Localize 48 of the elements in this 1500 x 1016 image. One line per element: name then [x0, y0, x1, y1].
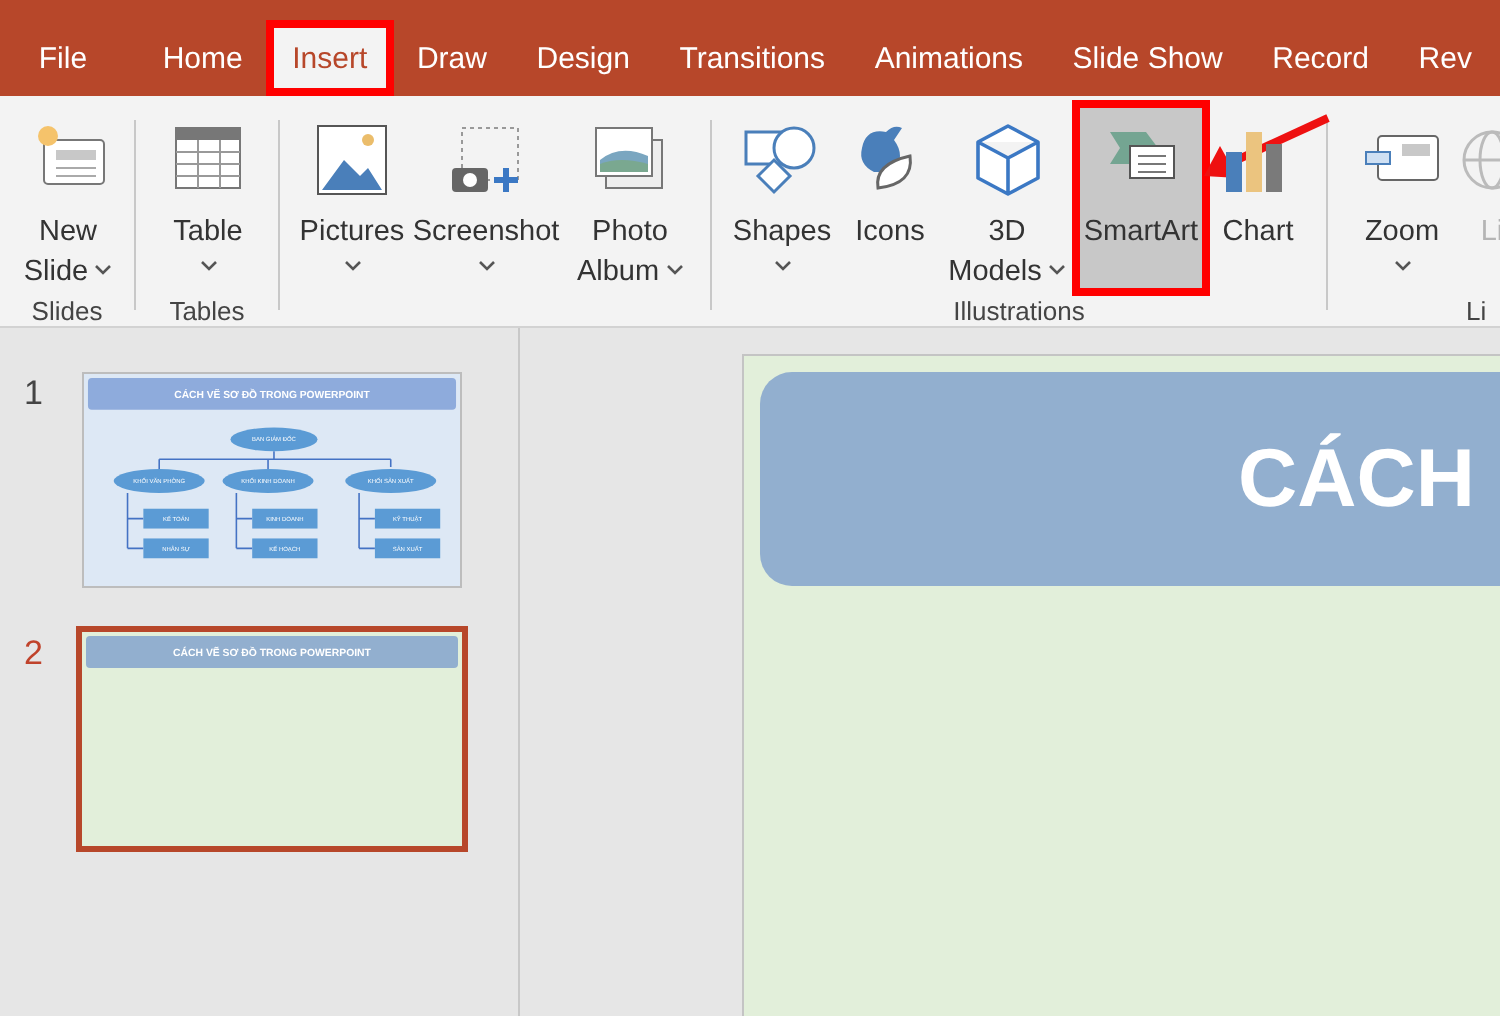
org-node — [222, 469, 314, 493]
ribbon-tab[interactable]: Slide Show — [1047, 20, 1248, 96]
connector-line — [235, 492, 253, 550]
group-label: Li — [1464, 296, 1489, 326]
ribbon-button[interactable]: Pictures — [288, 108, 416, 296]
ribbon-button[interactable]: 3D Models — [940, 108, 1074, 296]
ribbon-button[interactable]: Chart — [1208, 108, 1308, 296]
group-label: Tables — [167, 296, 247, 326]
ribbon-button[interactable]: Shapes — [724, 108, 840, 296]
ribbon-button[interactable]: New Slide — [0, 108, 136, 296]
org-node — [252, 538, 318, 559]
ribbon-tab[interactable]: Insert — [267, 20, 393, 96]
org-node — [143, 508, 209, 529]
org-node — [345, 469, 437, 493]
ribbon-button[interactable]: Zoom — [1340, 108, 1464, 296]
picture-icon — [312, 120, 392, 200]
org-node — [252, 508, 318, 529]
group-label: Slides — [29, 296, 105, 326]
ribbon-tab[interactable]: Rev — [1393, 20, 1497, 96]
slide-number: 2 — [22, 634, 45, 676]
ribbon-tab[interactable]: Record — [1247, 20, 1394, 96]
ribbon-button[interactable]: Photo Album — [556, 108, 704, 296]
slide-number: 1 — [22, 374, 45, 416]
ribbon-tab[interactable]: Design — [511, 20, 655, 96]
caret-icon — [477, 260, 495, 272]
connector-line — [358, 492, 376, 550]
ribbon-tab[interactable]: Animations — [849, 20, 1048, 96]
caret-icon — [1047, 263, 1066, 276]
org-node — [113, 469, 205, 493]
caret-icon — [665, 263, 684, 276]
ribbon-tab[interactable]: File — [14, 20, 112, 96]
org-node — [374, 538, 441, 559]
caret-icon — [1393, 260, 1411, 272]
ribbon-button[interactable]: Icons — [840, 108, 940, 296]
group-label: Illustrations — [951, 296, 1087, 326]
ribbon-tab[interactable]: Draw — [392, 20, 512, 96]
caret-icon — [773, 260, 791, 272]
connector-line — [126, 492, 145, 550]
caret-icon — [343, 260, 361, 272]
ribbon-tab[interactable]: Transitions — [654, 20, 850, 96]
org-node — [230, 427, 318, 452]
ribbon-button[interactable]: Screenshot — [416, 108, 556, 296]
ribbon-button[interactable]: Table — [136, 108, 280, 296]
caret-icon — [199, 260, 217, 272]
org-node — [143, 538, 209, 559]
slide-title: CÁCH — [1238, 432, 1475, 526]
caret-icon — [94, 263, 113, 276]
ribbon-tab[interactable]: Home — [137, 20, 268, 96]
